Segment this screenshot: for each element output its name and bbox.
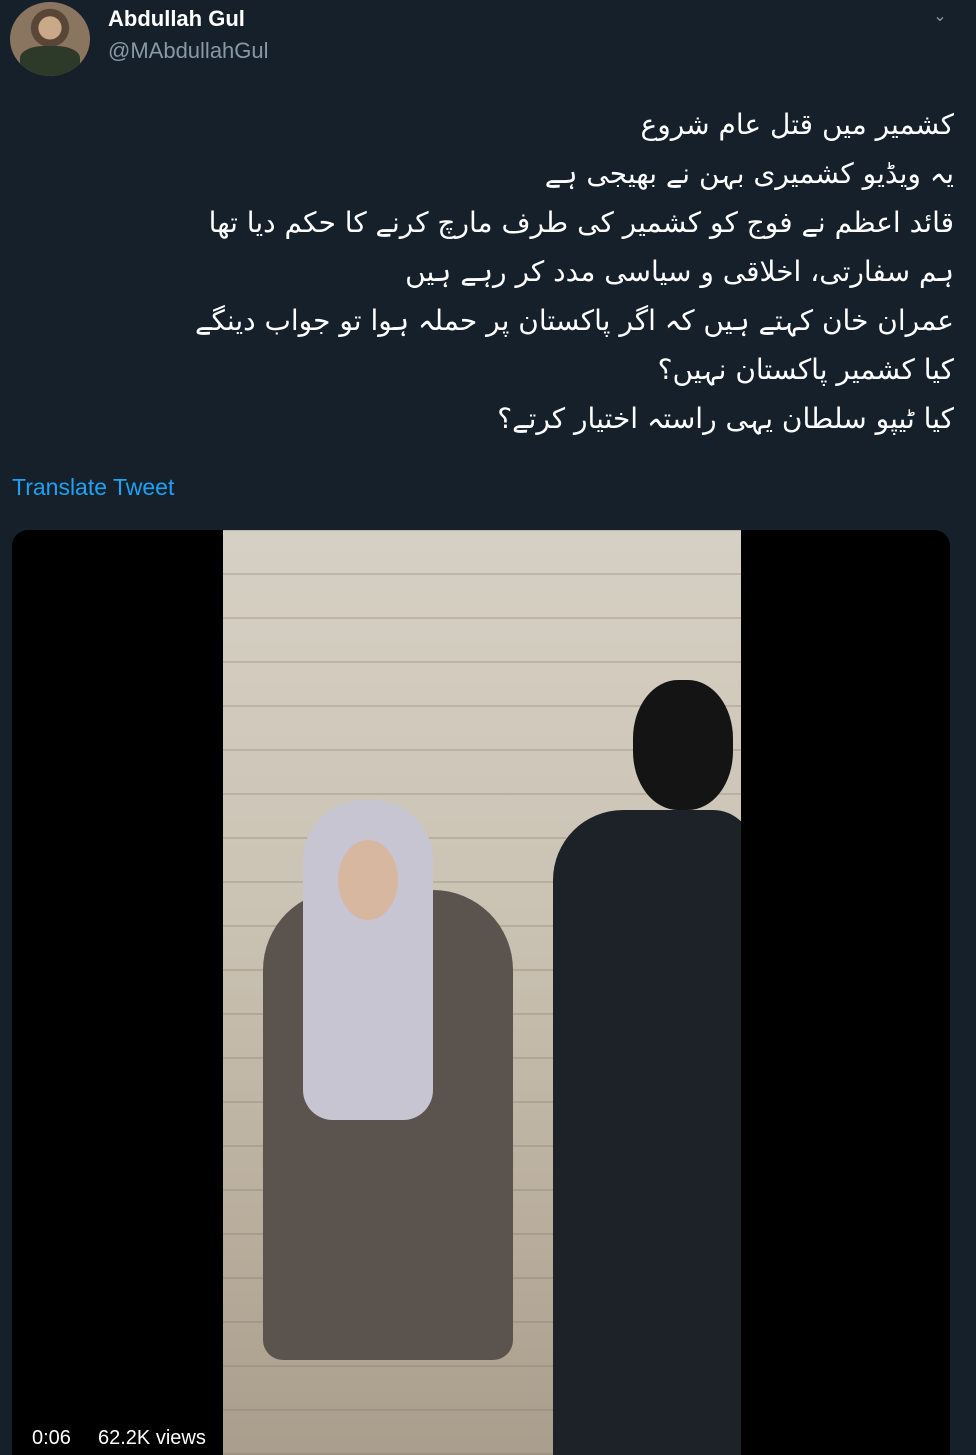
- person-face: [338, 840, 398, 920]
- tweet-line: کیا ٹیپو سلطان یہی راستہ اختیار کرتے؟: [497, 402, 954, 435]
- tweet-line: یہ ویڈیو کشمیری بہن نے بھیجی ہے: [544, 157, 954, 190]
- tweet-line: کیا کشمیر پاکستان نہیں؟: [657, 353, 954, 386]
- person-figure: [553, 810, 741, 1455]
- video-player[interactable]: 0:06 62.2K views: [12, 530, 950, 1455]
- author-handle[interactable]: @MAbdullahGul: [108, 38, 269, 64]
- tweet-line: قائد اعظم نے فوج کو کشمیر کی طرف مارچ کر…: [208, 206, 954, 239]
- tweet-line: عمران خان کہتے ہیں کہ اگر پاکستان پر حمل…: [195, 304, 954, 337]
- person-head: [633, 680, 733, 810]
- translate-tweet-link[interactable]: Translate Tweet: [12, 474, 174, 501]
- author-name[interactable]: Abdullah Gul: [108, 6, 245, 32]
- video-elapsed-badge: 0:06: [24, 1422, 79, 1454]
- video-views-badge: 62.2K views: [90, 1422, 214, 1454]
- chevron-down-icon[interactable]: ⌄: [928, 6, 952, 26]
- tweet-line: ہم سفارتی، اخلاقی و سیاسی مدد کر رہے ہیں: [405, 255, 954, 288]
- video-frame[interactable]: [223, 530, 741, 1455]
- avatar[interactable]: [10, 2, 90, 76]
- tweet-text: کشمیر میں قتل عام شروع یہ ویڈیو کشمیری ب…: [94, 100, 954, 443]
- tweet-line: کشمیر میں قتل عام شروع: [640, 108, 954, 141]
